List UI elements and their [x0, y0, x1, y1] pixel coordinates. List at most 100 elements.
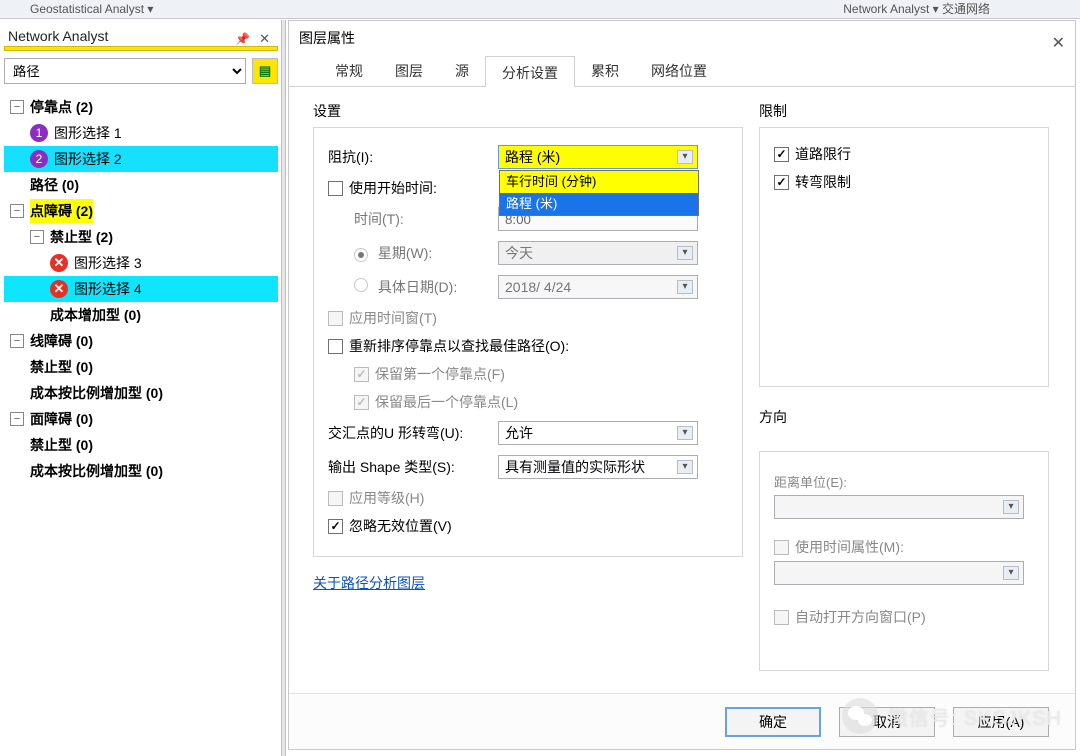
hierarchy-checkbox — [328, 491, 343, 506]
tab-analysis[interactable]: 分析设置 — [485, 56, 575, 87]
restrict-road-checkbox[interactable] — [774, 147, 789, 162]
restrict-turn-checkbox[interactable] — [774, 175, 789, 190]
chevron-down-icon: ▾ — [677, 460, 693, 474]
tree-poly-barrier[interactable]: 面障碍 (0) — [30, 407, 93, 431]
na-tree: − 停靠点 (2) 1 图形选择 1 2 图形选择 2 路径 (0) − 点障碍… — [4, 94, 278, 484]
tree-ln-cost[interactable]: 成本按比例增加型 (0) — [30, 381, 163, 405]
date-value: 2018/ 4/24 — [505, 279, 571, 295]
splitter[interactable] — [281, 20, 286, 756]
tab-general[interactable]: 常规 — [319, 55, 379, 86]
shape-label: 输出 Shape 类型(S): — [328, 457, 498, 477]
tree-routes[interactable]: 路径 (0) — [30, 173, 79, 197]
date-picker: 2018/ 4/24 ▾ — [498, 275, 698, 299]
watermark-text: 微信号: SKSJKSH — [888, 702, 1062, 731]
ignore-invalid-checkbox[interactable] — [328, 519, 343, 534]
tab-layers[interactable]: 图层 — [379, 55, 439, 86]
expander-icon[interactable]: − — [30, 230, 44, 244]
expander-icon[interactable]: − — [10, 100, 24, 114]
tab-bar: 常规 图层 源 分析设置 累积 网络位置 — [289, 55, 1075, 87]
error-icon: ✕ — [50, 254, 68, 272]
tree-cost-add[interactable]: 成本增加型 (0) — [50, 303, 141, 327]
calendar-icon: ▾ — [677, 280, 693, 294]
auto-open-label: 自动打开方向窗口(P) — [795, 607, 926, 627]
expander-icon[interactable]: − — [10, 204, 24, 218]
wechat-watermark: 微信号: SKSJKSH — [842, 698, 1062, 734]
layer-properties-dialog: 图层属性 ✕ 常规 图层 源 分析设置 累积 网络位置 设置 阻抗(I): 路程… — [288, 20, 1076, 750]
use-time-attr-label: 使用时间属性(M): — [795, 537, 904, 557]
dist-unit-label: 距离单位(E): — [774, 472, 1034, 491]
uturn-value: 允许 — [505, 423, 533, 443]
stop-index-icon: 1 — [30, 124, 48, 142]
top-left-text: Geostatistical Analyst ▾ — [30, 2, 153, 16]
top-right-text: Network Analyst ▾ 交通网络 — [843, 0, 990, 18]
ignore-invalid-label: 忽略无效位置(V) — [349, 516, 452, 536]
tree-gs3[interactable]: 图形选择 3 — [74, 251, 142, 275]
network-analyst-panel: Network Analyst 📌 ✕ 路径 ▤ − 停靠点 (2) 1 图形选… — [4, 24, 278, 744]
tree-gs2[interactable]: 图形选择 2 — [54, 147, 122, 171]
ok-button[interactable]: 确定 — [725, 707, 821, 737]
date-radio — [354, 278, 368, 292]
stop-index-icon: 2 — [30, 150, 48, 168]
close-icon[interactable]: ✕ — [259, 27, 270, 51]
chevron-down-icon: ▾ — [1003, 500, 1019, 514]
week-value: 今天 — [505, 243, 533, 263]
tree-ln-ban[interactable]: 禁止型 (0) — [30, 355, 93, 379]
reorder-label: 重新排序停靠点以查找最佳路径(O): — [349, 336, 569, 356]
uturn-label: 交汇点的U 形转弯(U): — [328, 423, 498, 443]
keep-first-checkbox — [354, 367, 369, 382]
dialog-close-icon[interactable]: ✕ — [1052, 27, 1065, 61]
direction-group-label: 方向 — [759, 407, 1049, 427]
tree-stops[interactable]: 停靠点 (2) — [30, 95, 93, 119]
dist-unit-dropdown: ▾ — [774, 495, 1024, 519]
keep-first-label: 保留第一个停靠点(F) — [375, 364, 505, 384]
route-layer-select[interactable]: 路径 — [4, 58, 246, 84]
time-attr-dropdown: ▾ — [774, 561, 1024, 585]
restrict-label: 限制 — [759, 101, 1049, 121]
pin-icon[interactable]: 📌 — [235, 27, 250, 51]
time-window-label: 应用时间窗(T) — [349, 308, 437, 328]
tree-poly-cost[interactable]: 成本按比例增加型 (0) — [30, 459, 163, 483]
tab-source[interactable]: 源 — [439, 55, 485, 86]
dialog-title: 图层属性 — [299, 30, 355, 46]
settings-label: 设置 — [313, 101, 743, 121]
shape-dropdown[interactable]: 具有测量值的实际形状 ▾ — [498, 455, 698, 479]
week-dropdown: 今天 ▾ — [498, 241, 698, 265]
auto-open-checkbox — [774, 610, 789, 625]
tree-poly-ban[interactable]: 禁止型 (0) — [30, 433, 93, 457]
tab-netloc[interactable]: 网络位置 — [635, 55, 723, 86]
wechat-icon — [842, 698, 878, 734]
panel-title: Network Analyst — [8, 28, 108, 44]
time-window-checkbox — [328, 311, 343, 326]
restrict-road-label: 道路限行 — [795, 144, 851, 164]
chevron-down-icon: ▾ — [677, 246, 693, 260]
impedance-value: 路程 (米) — [505, 147, 560, 167]
shape-value: 具有测量值的实际形状 — [505, 457, 645, 477]
expander-icon[interactable]: − — [10, 334, 24, 348]
tab-accum[interactable]: 累积 — [575, 55, 635, 86]
tree-pt-barrier[interactable]: 点障碍 (2) — [30, 199, 93, 223]
about-link[interactable]: 关于路径分析图层 — [313, 575, 425, 591]
tree-gs1[interactable]: 图形选择 1 — [54, 121, 122, 145]
impedance-dropdown[interactable]: 路程 (米) ▾ 车行时间 (分钟) 路程 (米) — [498, 145, 698, 169]
chevron-down-icon: ▾ — [677, 150, 693, 164]
restrict-turn-label: 转弯限制 — [795, 172, 851, 192]
keep-last-checkbox — [354, 395, 369, 410]
impedance-option-dist[interactable]: 路程 (米) — [500, 193, 698, 215]
impedance-label: 阻抗(I): — [328, 147, 498, 167]
keep-last-label: 保留最后一个停靠点(L) — [375, 392, 518, 412]
chevron-down-icon: ▾ — [677, 426, 693, 440]
error-icon: ✕ — [50, 280, 68, 298]
chevron-down-icon: ▾ — [1003, 566, 1019, 580]
tree-pt-ban[interactable]: 禁止型 (2) — [50, 225, 113, 249]
uturn-dropdown[interactable]: 允许 ▾ — [498, 421, 698, 445]
reorder-checkbox[interactable] — [328, 339, 343, 354]
layer-props-button[interactable]: ▤ — [252, 58, 278, 84]
use-time-attr-checkbox — [774, 540, 789, 555]
tree-gs4[interactable]: 图形选择 4 — [74, 277, 142, 301]
expander-icon[interactable]: − — [10, 412, 24, 426]
impedance-options: 车行时间 (分钟) 路程 (米) — [499, 170, 699, 216]
use-start-checkbox[interactable] — [328, 181, 343, 196]
tree-ln-barrier[interactable]: 线障碍 (0) — [30, 329, 93, 353]
week-radio — [354, 248, 368, 262]
impedance-option-time[interactable]: 车行时间 (分钟) — [500, 171, 698, 193]
